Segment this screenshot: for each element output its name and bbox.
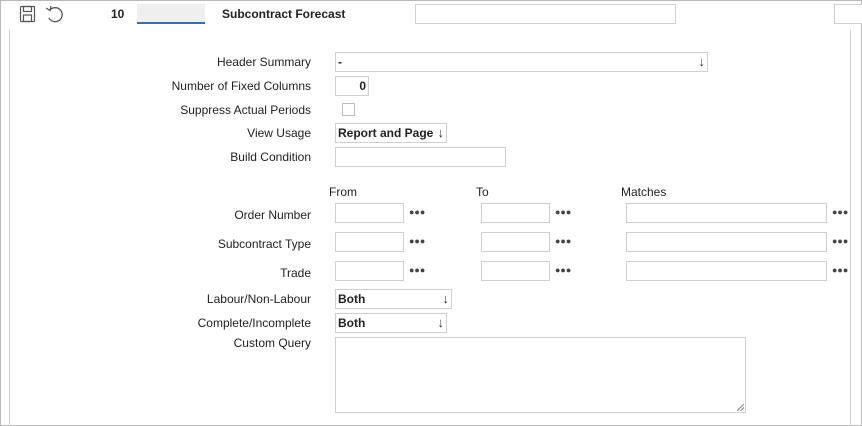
column-matches: Matches	[621, 185, 667, 199]
undo-icon[interactable]	[44, 4, 64, 24]
build-condition-input[interactable]	[335, 147, 506, 167]
suppress-actual-checkbox[interactable]	[342, 103, 355, 116]
trade-from-input[interactable]	[335, 261, 404, 281]
ellipsis-icon[interactable]: ●●●	[832, 207, 848, 217]
ellipsis-icon[interactable]: ●●●	[409, 207, 425, 217]
arrow-down-icon: ↓	[437, 315, 445, 330]
ellipsis-icon[interactable]: ●●●	[409, 236, 425, 246]
toolbar: 10 Subcontract Forecast	[0, 0, 862, 30]
custom-query-textarea[interactable]	[335, 337, 746, 413]
fixed-columns-label: Number of Fixed Columns	[171, 79, 311, 93]
trade-to-input[interactable]	[481, 261, 550, 281]
fixed-columns-input[interactable]: 0	[335, 76, 369, 96]
resize-handle-icon[interactable]	[737, 404, 744, 411]
column-to: To	[476, 185, 489, 199]
subcontract-type-to-input[interactable]	[481, 232, 550, 252]
arrow-down-icon: ↓	[698, 54, 706, 69]
page-title: Subcontract Forecast	[222, 7, 346, 21]
subcontract-type-label: Subcontract Type	[217, 237, 311, 251]
order-number-matches-input[interactable]	[626, 203, 827, 223]
column-from: From	[329, 185, 357, 199]
labour-value: Both	[338, 292, 366, 306]
fixed-columns-value: 0	[359, 79, 366, 93]
view-usage-select[interactable]: Report and Page ↓	[335, 123, 447, 143]
header-summary-value: -	[338, 55, 342, 69]
complete-value: Both	[338, 316, 366, 330]
subcontract-type-matches-input[interactable]	[626, 232, 827, 252]
ellipsis-icon[interactable]: ●●●	[832, 265, 848, 275]
order-number-from-input[interactable]	[335, 203, 404, 223]
view-usage-value: Report and Page	[338, 126, 434, 140]
arrow-down-icon: ↓	[442, 291, 450, 306]
save-icon[interactable]	[18, 4, 38, 24]
ellipsis-icon[interactable]: ●●●	[555, 265, 571, 275]
ellipsis-icon[interactable]: ●●●	[409, 265, 425, 275]
custom-query-label: Custom Query	[233, 336, 311, 350]
ellipsis-icon[interactable]: ●●●	[832, 236, 848, 246]
trade-label: Trade	[280, 266, 311, 280]
suppress-actual-label: Suppress Actual Periods	[180, 103, 311, 117]
toolbar-side-input[interactable]	[834, 4, 862, 24]
order-number-label: Order Number	[234, 208, 311, 222]
header-summary-label: Header Summary	[216, 55, 311, 69]
subcontract-type-from-input[interactable]	[335, 232, 404, 252]
ellipsis-icon[interactable]: ●●●	[555, 207, 571, 217]
labour-select[interactable]: Both ↓	[335, 289, 452, 309]
form-panel: Header Summary - ↓ Number of Fixed Colum…	[9, 30, 851, 426]
complete-label: Complete/Incomplete	[197, 316, 311, 330]
record-number: 10	[111, 7, 125, 21]
header-summary-select[interactable]: - ↓	[335, 52, 708, 72]
build-condition-label: Build Condition	[230, 150, 311, 164]
toolbar-tab[interactable]	[137, 4, 205, 24]
arrow-down-icon: ↓	[437, 125, 445, 140]
labour-label: Labour/Non-Labour	[206, 292, 311, 306]
complete-select[interactable]: Both ↓	[335, 313, 447, 333]
toolbar-search-input[interactable]	[415, 4, 676, 24]
view-usage-label: View Usage	[247, 126, 311, 140]
trade-matches-input[interactable]	[626, 261, 827, 281]
order-number-to-input[interactable]	[481, 203, 550, 223]
ellipsis-icon[interactable]: ●●●	[555, 236, 571, 246]
